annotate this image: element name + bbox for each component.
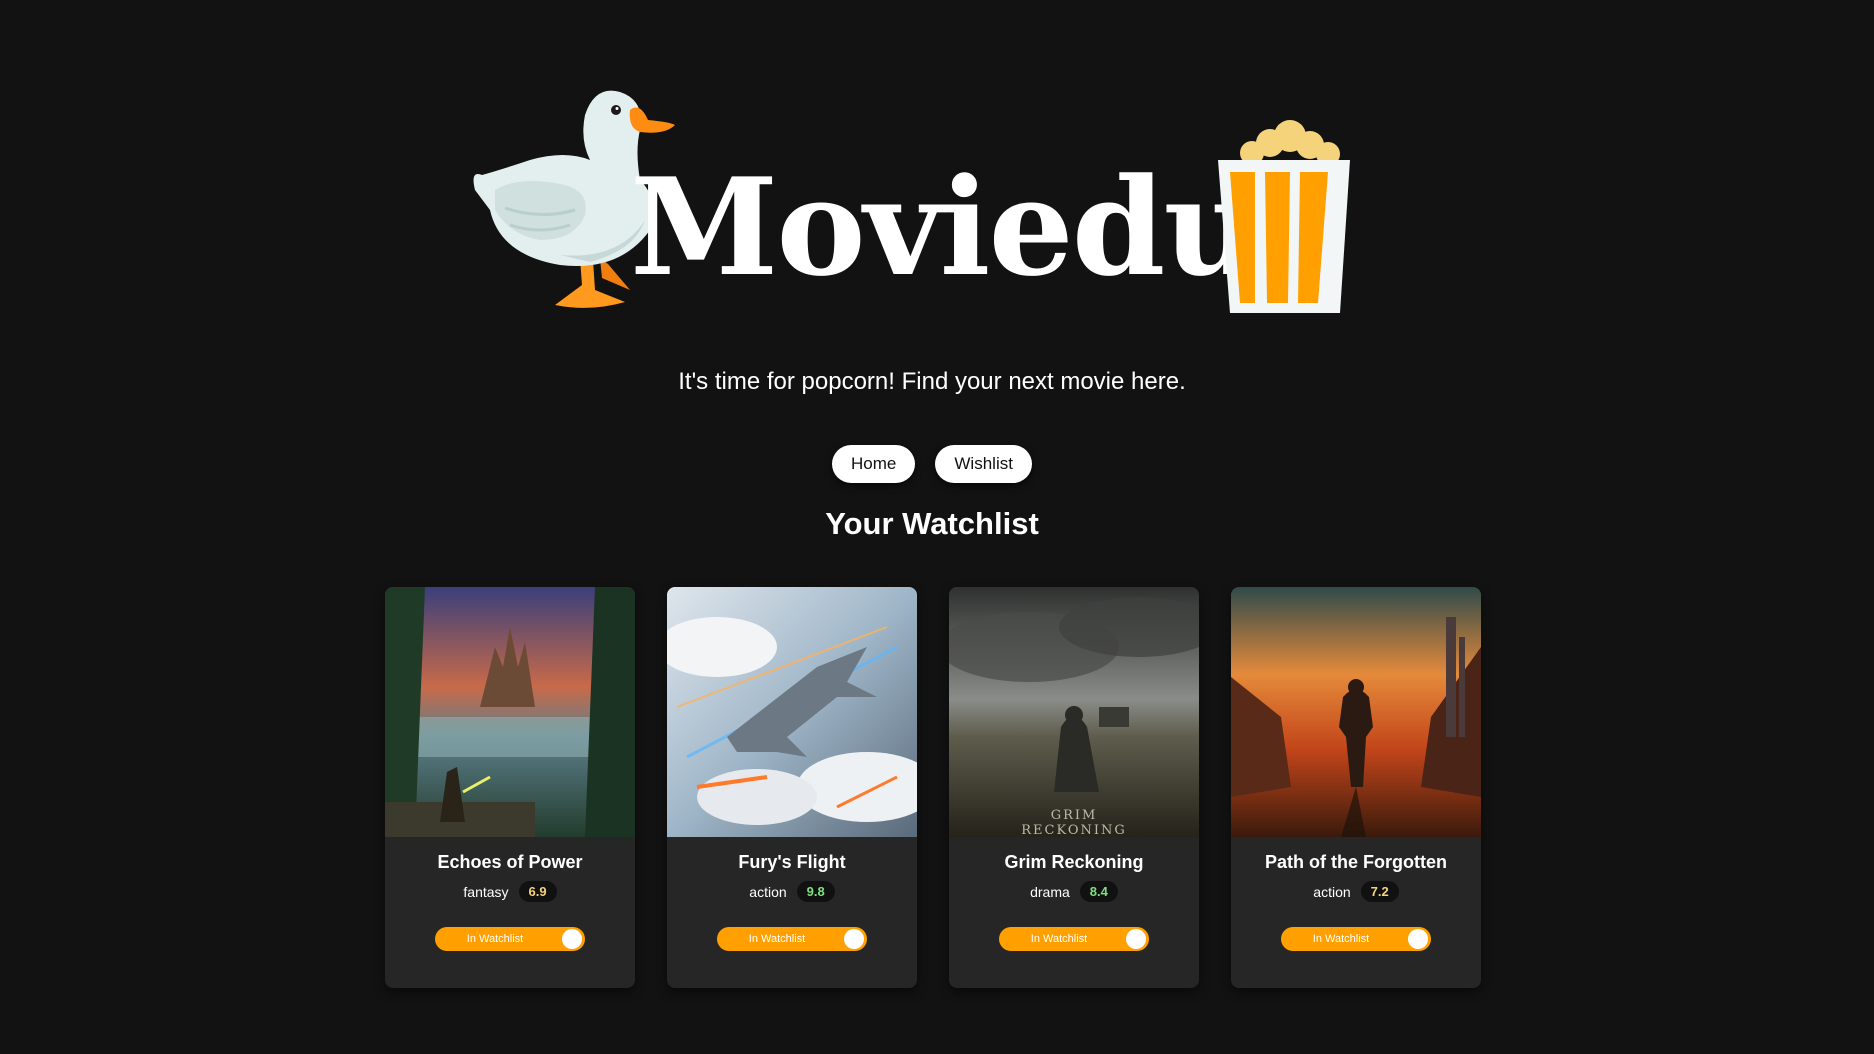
movie-genre: drama — [1030, 883, 1070, 900]
movie-poster-image — [1231, 587, 1481, 837]
movie-title: Fury's Flight — [738, 852, 846, 872]
movie-rating-badge: 8.4 — [1079, 881, 1118, 902]
movie-rating-badge: 9.8 — [796, 881, 835, 902]
tagline: It's time for popcorn! Find your next mo… — [678, 368, 1186, 395]
main-nav: Home Wishlist — [0, 445, 1864, 483]
movie-poster-image — [385, 587, 635, 837]
toggle-knob — [844, 929, 864, 949]
poster-text-line: RECKONING — [1021, 823, 1127, 837]
toggle-knob — [1408, 929, 1428, 949]
logo: Moviedux — [470, 80, 1360, 320]
movie-title: Grim Reckoning — [1004, 852, 1144, 872]
movie-meta: fantasy 6.9 — [385, 881, 635, 902]
movie-genre: fantasy — [463, 883, 509, 900]
popcorn-icon — [1218, 120, 1350, 313]
watchlist-toggle[interactable]: In Watchlist — [717, 927, 867, 951]
movie-card[interactable]: Path of the Forgotten action 7.2 In Watc… — [1231, 587, 1481, 988]
page: Moviedux It's time for popcorn! Find you… — [0, 0, 1874, 1054]
movie-poster-image: GRIM RECKONING — [949, 587, 1199, 837]
movie-meta: action 9.8 — [667, 881, 917, 902]
toggle-knob — [1126, 929, 1146, 949]
movie-card[interactable]: Echoes of Power fantasy 6.9 In Watchlist — [385, 587, 635, 988]
movie-card[interactable]: Fury's Flight action 9.8 In Watchlist — [667, 587, 917, 988]
watchlist-toggle[interactable]: In Watchlist — [1281, 927, 1431, 951]
watchlist-toggle[interactable]: In Watchlist — [435, 927, 585, 951]
movie-rating-badge: 7.2 — [1360, 881, 1399, 902]
movie-title: Path of the Forgotten — [1265, 852, 1447, 872]
movie-genre: action — [1313, 883, 1351, 900]
movie-card[interactable]: GRIM RECKONING Grim Reckoning drama 8.4 … — [949, 587, 1199, 988]
movie-meta: drama 8.4 — [949, 881, 1199, 902]
watchlist-toggle[interactable]: In Watchlist — [999, 927, 1149, 951]
poster-text-line: GRIM — [1051, 808, 1098, 823]
movie-title: Echoes of Power — [437, 852, 583, 872]
movie-genre: action — [749, 883, 787, 900]
nav-wishlist-button[interactable]: Wishlist — [935, 445, 1032, 483]
movie-meta: action 7.2 — [1231, 881, 1481, 902]
movie-rating-badge: 6.9 — [518, 881, 557, 902]
movie-grid: Echoes of Power fantasy 6.9 In Watchlist — [385, 587, 1481, 988]
movie-poster-image — [667, 587, 917, 837]
toggle-knob — [562, 929, 582, 949]
section-title: Your Watchlist — [825, 506, 1039, 541]
nav-home-button[interactable]: Home — [832, 445, 916, 483]
